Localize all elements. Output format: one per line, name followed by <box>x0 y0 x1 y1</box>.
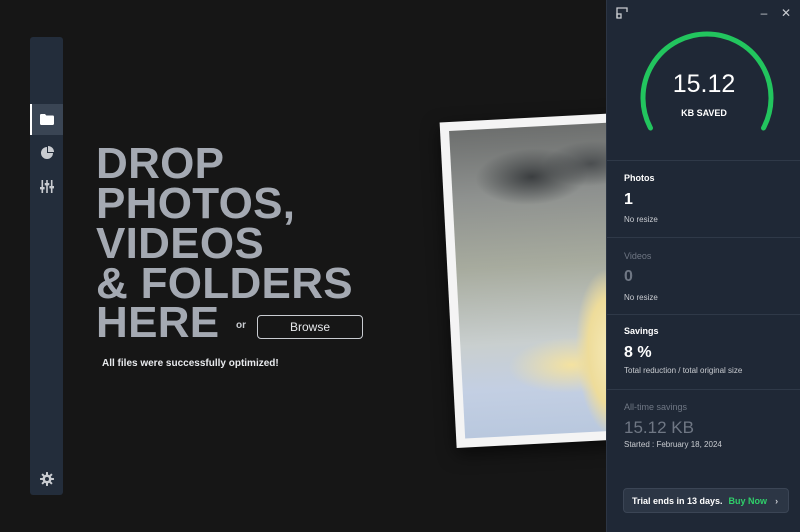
gauge-unit: KB SAVED <box>681 108 727 118</box>
chevron-right-icon: › <box>775 495 779 506</box>
drop-line: VIDEOS <box>96 219 265 268</box>
stat-sub: No resize <box>624 215 658 224</box>
drop-line: PHOTOS, <box>96 179 296 228</box>
stat-savings: Savings 8 % Total reduction / total orig… <box>607 314 800 389</box>
settings-button[interactable] <box>30 463 63 494</box>
stat-sub: Started : February 18, 2024 <box>624 440 722 449</box>
stat-label: Photos <box>624 173 655 183</box>
browse-row: HERE or Browse <box>96 298 376 347</box>
stat-label: Videos <box>624 251 652 261</box>
compact-mode-button[interactable] <box>615 6 629 20</box>
sliders-icon <box>39 180 54 193</box>
pie-chart-icon <box>40 145 54 159</box>
stat-label: Savings <box>624 326 659 336</box>
minimize-button[interactable]: – <box>757 6 771 20</box>
trial-banner[interactable]: Trial ends in 13 days. Buy Now › <box>623 488 789 513</box>
stat-sub: Total reduction / total original size <box>624 366 743 375</box>
sidebar-item-stats[interactable] <box>30 137 63 168</box>
gear-icon <box>39 471 54 486</box>
folder-icon <box>39 114 54 125</box>
sidebar <box>30 37 63 495</box>
trial-text: Trial ends in 13 days. <box>632 495 723 506</box>
sidebar-item-adjust[interactable] <box>30 171 63 202</box>
close-button[interactable]: ✕ <box>779 6 793 20</box>
stat-value: 15.12 KB <box>624 418 694 437</box>
buy-now-link[interactable]: Buy Now <box>729 496 768 506</box>
stat-sub: No resize <box>624 293 658 302</box>
summary-panel: – ✕ 15.12 KB SAVED Photos 1 No resize Vi… <box>606 0 800 532</box>
drop-line: HERE <box>96 298 220 347</box>
status-message: All files were successfully optimized! <box>102 358 279 369</box>
stat-photos: Photos 1 No resize <box>607 160 800 237</box>
drop-line: DROP <box>96 139 225 188</box>
drop-zone-headline[interactable]: DROP PHOTOS, VIDEOS & FOLDERS <box>96 139 456 306</box>
stat-value: 8 % <box>624 344 652 361</box>
stat-videos: Videos 0 No resize <box>607 237 800 314</box>
stat-value: 1 <box>624 191 633 208</box>
stat-all-time: All-time savings 15.12 KB Started : Febr… <box>607 389 800 465</box>
or-text: or <box>236 320 246 331</box>
gauge-value: 15.12 <box>672 70 736 98</box>
window-layout-icon <box>616 7 628 19</box>
browse-button[interactable]: Browse <box>257 315 363 339</box>
sidebar-item-folder[interactable] <box>30 104 63 135</box>
stat-value: 0 <box>624 268 633 285</box>
stat-label: All-time savings <box>624 402 688 412</box>
